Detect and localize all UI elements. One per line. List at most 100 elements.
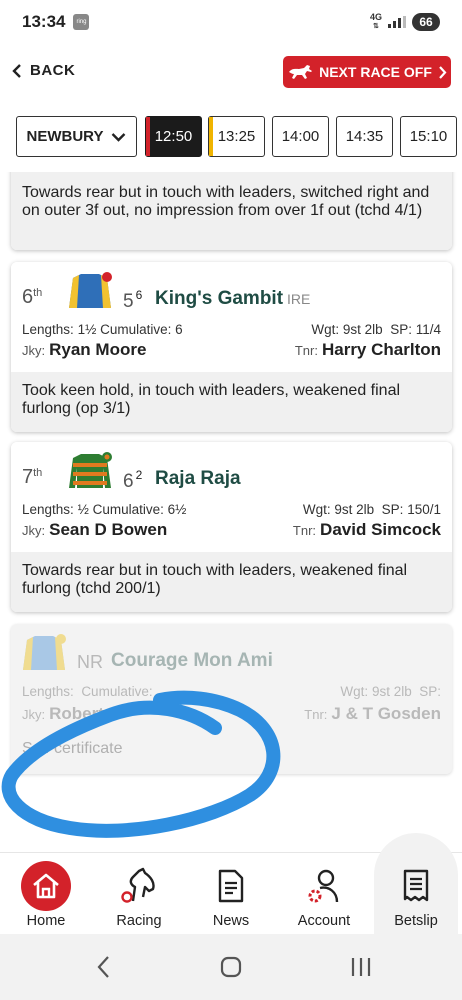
race-time-chip[interactable]: 12:50 xyxy=(145,116,202,157)
trainer-label: Tnr: xyxy=(304,707,328,722)
jockey-silks-icon xyxy=(23,634,66,670)
lengths-label: Lengths: xyxy=(22,684,74,699)
trainer-name: Harry Charlton xyxy=(321,340,441,359)
nav-icon xyxy=(391,863,441,909)
lengths-label: Lengths: xyxy=(22,502,74,517)
weight-value: 9st 2lb xyxy=(371,684,412,699)
weight-label: Wgt: xyxy=(340,684,369,699)
race-time-label: 14:00 xyxy=(281,128,320,145)
jockey-label: Jky: xyxy=(22,343,46,358)
cumulative-label: Cumulative: xyxy=(100,322,172,337)
nav-account[interactable]: Account xyxy=(278,853,370,935)
nav-news[interactable]: News xyxy=(185,853,277,935)
draw-number: 2 xyxy=(135,468,143,482)
rounded-square-icon xyxy=(220,956,242,978)
jockey-silks-icon xyxy=(69,452,112,488)
system-back-button[interactable] xyxy=(88,952,118,982)
sp-label: SP: xyxy=(381,502,404,517)
race-selector-bar: NEWBURY 12:50 13:25 14:00 14:35 15:10 xyxy=(0,116,462,158)
race-time-chip[interactable]: 13:25 xyxy=(208,116,265,157)
status-indicators: 4G ⇅ 66 xyxy=(370,13,440,31)
network-label: 4G xyxy=(369,12,382,22)
lengths-info: Lengths: 1½ Cumulative: 6 xyxy=(22,322,183,337)
jockey-trainer-row: Jky: Robert H Tnr: J & T Gosden xyxy=(22,704,441,724)
trainer-label: Tnr: xyxy=(292,523,317,538)
chevron-left-icon xyxy=(12,63,21,78)
system-navigation-bar xyxy=(0,934,462,1000)
cumulative-label: Cumulative: xyxy=(92,502,164,517)
jockey[interactable]: Jky: Ryan Moore xyxy=(22,340,146,360)
saddlecloth-number: 62 xyxy=(123,468,142,493)
lengths-info: Lengths: ½ Cumulative: 6½ xyxy=(22,502,186,517)
jockey-name: Sean D Bowen xyxy=(49,520,168,539)
results-list[interactable]: Towards rear but in touch with leaders, … xyxy=(0,172,462,852)
trainer-name: J & T Gosden xyxy=(331,704,441,723)
back-button[interactable]: BACK xyxy=(12,62,75,79)
sp-label: SP: xyxy=(419,684,441,699)
status-time: 13:34 xyxy=(22,12,66,31)
cumulative-label: Cumulative: xyxy=(81,684,153,699)
lengths-label: Lengths: xyxy=(22,322,74,337)
draw-number: 6 xyxy=(135,288,143,302)
card-header: 6th 56 King's Gambit IRE Lengths: 1½ Cumu… xyxy=(11,262,452,372)
position-suffix: th xyxy=(33,287,43,299)
result-card[interactable]: 7th 62 Raja Raja Lengths: ½ Cumulative: … xyxy=(11,442,452,612)
jockey-label: Jky: xyxy=(22,707,46,722)
saddlecloth-number: 56 xyxy=(123,288,142,313)
jockey[interactable]: Jky: Robert H xyxy=(22,704,121,724)
course-label: NEWBURY xyxy=(26,128,104,145)
notification-icon: ring xyxy=(73,14,90,30)
chip-accent xyxy=(209,117,213,156)
jockey[interactable]: Jky: Sean D Bowen xyxy=(22,520,167,540)
next-race-off-button[interactable]: NEXT RACE OFF xyxy=(283,56,451,88)
document-icon xyxy=(218,869,244,903)
course-dropdown[interactable]: NEWBURY xyxy=(16,116,137,157)
nav-label: News xyxy=(212,913,250,929)
chevron-left-icon xyxy=(97,956,109,978)
race-time-chip[interactable]: 14:00 xyxy=(272,116,329,157)
account-icon xyxy=(308,869,339,903)
race-time-chip[interactable]: 15:10 xyxy=(400,116,457,157)
weight-sp-info: Wgt: 9st 2lb SP: 150/1 xyxy=(303,502,441,517)
weight-sp-info: Wgt: 9st 2lb SP: 11/4 xyxy=(311,322,441,337)
nav-racing[interactable]: Racing xyxy=(93,853,185,935)
card-header: 7th 62 Raja Raja Lengths: ½ Cumulative: … xyxy=(11,442,452,552)
nav-icon xyxy=(21,861,71,911)
sp-value: 11/4 xyxy=(415,322,441,337)
nav-betslip[interactable]: Betslip xyxy=(370,853,462,935)
trainer[interactable]: Tnr: J & T Gosden xyxy=(304,704,441,724)
race-comment: Towards rear but in touch with leaders, … xyxy=(11,552,452,612)
weight-sp-info: Wgt: 9st 2lb SP: xyxy=(340,684,441,699)
position-number: 6 xyxy=(22,286,34,308)
weight-value: 9st 2lb xyxy=(334,502,375,517)
trainer[interactable]: Tnr: Harry Charlton xyxy=(295,340,441,360)
lengths-value: ½ xyxy=(77,502,89,517)
horse-icon xyxy=(289,65,313,79)
system-home-button[interactable] xyxy=(216,952,246,982)
nav-label: Betslip xyxy=(394,913,438,929)
race-time-chip[interactable]: 14:35 xyxy=(336,116,393,157)
result-card: Towards rear but in touch with leaders, … xyxy=(11,172,452,250)
horse-name-link[interactable]: Raja Raja xyxy=(155,468,241,490)
nav-label: Racing xyxy=(116,913,162,929)
horse-name-link[interactable]: King's Gambit IRE xyxy=(155,288,310,310)
home-icon xyxy=(21,861,71,911)
battery-icon: 66 xyxy=(412,13,440,31)
nav-home[interactable]: Home xyxy=(0,853,92,935)
non-runner-card[interactable]: NR Courage Mon Ami Lengths: Cumulative: … xyxy=(11,624,452,774)
signal-icon xyxy=(388,16,406,28)
horse-head-icon xyxy=(121,867,155,903)
result-card[interactable]: 6th 56 King's Gambit IRE Lengths: 1½ Cumu… xyxy=(11,262,452,432)
data-arrows-icon: ⇅ xyxy=(373,23,379,30)
horse-name: Raja Raja xyxy=(155,468,241,489)
runner-number: 6 xyxy=(123,471,134,492)
horse-country: IRE xyxy=(287,291,311,307)
jockey-name: Robert H xyxy=(49,704,121,723)
trainer[interactable]: Tnr: David Simcock xyxy=(293,520,441,540)
jockey-trainer-row: Jky: Ryan Moore Tnr: Harry Charlton xyxy=(22,340,441,360)
horse-name-link[interactable]: Courage Mon Ami xyxy=(111,650,273,672)
nav-icon xyxy=(114,863,164,909)
system-recents-button[interactable] xyxy=(346,952,376,982)
race-time-label: 14:35 xyxy=(345,128,384,145)
trainer-name: David Simcock xyxy=(320,520,441,539)
